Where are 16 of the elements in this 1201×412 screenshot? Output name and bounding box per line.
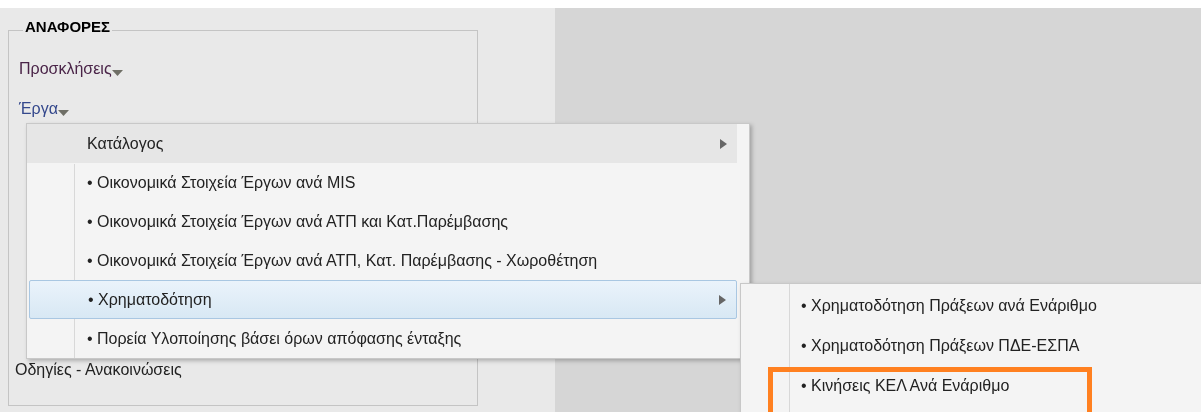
menu-item[interactable]: • Οικονομικά Στοιχεία Έργων ανά ΑΤΠ, Κατ. Παρέμβασης - Χωροθέτηση	[27, 241, 737, 280]
menu-item[interactable]: Κατάλογος	[27, 124, 737, 163]
menu-item[interactable]: • Πορεία Υλοποίησης βάσει όρων απόφασης ένταξης	[27, 319, 737, 358]
menu-item[interactable]: • Χρηματοδότηση Πράξεων ανά Ενάριθμο	[741, 286, 1201, 326]
menu-item[interactable]: • Οικονομικά Στοιχεία Έργων ανά ΑΤΠ και Κατ.Παρέμβασης	[27, 202, 737, 241]
caret-icon	[111, 70, 123, 76]
submenu-arrow-icon	[719, 294, 726, 305]
nav-link[interactable]: Προσκλήσεις	[19, 60, 112, 78]
menu-item[interactable]: • Χρηματοδότηση Πράξεων ΠΔΕ-ΕΣΠΑ	[741, 326, 1201, 366]
menu-item[interactable]: • Οικονομικά Στοιχεία Έργων ανά MIS	[27, 163, 737, 202]
nav-link[interactable]: Έργα	[19, 100, 58, 118]
menu-item[interactable]: • Χρηματοδότηση	[29, 280, 737, 319]
submenu-arrow-icon	[720, 138, 727, 149]
caret-icon	[57, 110, 69, 116]
menu-item[interactable]: • Κινήσεις ΚΕΛ Ανά Ενάριθμο	[741, 366, 1201, 406]
nav-link[interactable]: Οδηγίες - Ανακοινώσεις	[15, 361, 182, 379]
